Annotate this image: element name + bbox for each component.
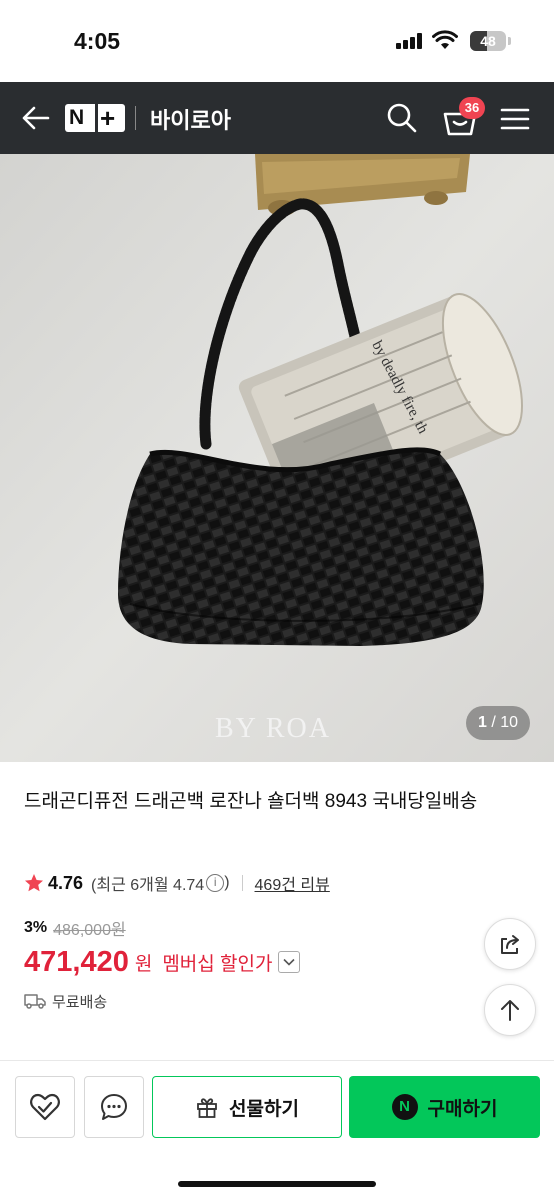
gift-icon (197, 1098, 217, 1118)
menu-icon[interactable] (498, 102, 532, 136)
price-row: 471,420 원 멤버십 할인가 (24, 942, 301, 982)
recent-rating: (최근 6개월 4.74 (91, 877, 205, 894)
recent-rating-close: ) (224, 874, 230, 891)
review-count-link[interactable]: 469건 리뷰 (255, 871, 330, 895)
info-icon[interactable]: i (206, 874, 225, 892)
price-detail-toggle[interactable] (278, 951, 301, 973)
battery-tip (508, 37, 511, 45)
battery-level: 48 (480, 33, 496, 49)
image-watermark: BY ROA (215, 713, 331, 744)
star-icon (25, 874, 43, 892)
gift-button[interactable]: 선물하기 (152, 1076, 342, 1138)
discount-rate: 3% (24, 919, 48, 936)
share-button[interactable] (484, 918, 536, 970)
heart-check-icon (30, 1093, 60, 1121)
chat-bubble-icon (101, 1094, 127, 1120)
rating-row: 4.76 (최근 6개월 4.74 i ) 469건 리뷰 (24, 870, 330, 896)
shipping-row: 무료배송 (24, 988, 107, 1014)
purchase-bar: 선물하기 N 구매하기 (0, 1061, 554, 1200)
product-image[interactable]: by deadly fire, th BY ROA (0, 154, 554, 762)
buy-button[interactable]: N 구매하기 (349, 1076, 540, 1138)
cart-count-badge: 36 (459, 97, 485, 119)
bag-photo: by deadly fire, th BY ROA (0, 154, 554, 762)
price-unit: 원 (134, 953, 153, 975)
sale-price: 471,420 (24, 945, 129, 978)
like-button[interactable] (15, 1076, 75, 1138)
logo-n: N (69, 106, 85, 129)
discount-row: 3% 486,000원 (24, 916, 126, 940)
image-counter: 1 / 10 (466, 706, 530, 740)
status-time: 4:05 (74, 28, 121, 54)
truck-icon (24, 994, 46, 1009)
store-name[interactable]: 바이로아 (150, 103, 231, 135)
back-icon[interactable] (18, 100, 54, 136)
naver-plus-logo[interactable]: N + (65, 104, 125, 132)
membership-price-label: 멤버십 할인가 (162, 953, 273, 975)
original-price: 486,000원 (53, 922, 126, 939)
naver-pay-icon: N (391, 1094, 418, 1120)
arrow-up-icon (501, 1000, 519, 1021)
gift-label: 선물하기 (229, 1098, 299, 1120)
shipping-label: 무료배송 (52, 993, 108, 1011)
buy-label: 구매하기 (427, 1098, 498, 1120)
search-icon[interactable] (384, 100, 420, 136)
status-bar: 4:05 48 (0, 0, 554, 82)
battery-icon: 48 (470, 31, 506, 51)
signal-icon (396, 33, 424, 49)
home-indicator (178, 1181, 376, 1187)
chevron-down-icon (283, 958, 296, 966)
share-icon (501, 935, 519, 954)
header-separator (135, 106, 136, 130)
scroll-top-button[interactable] (484, 984, 536, 1036)
talk-button[interactable] (84, 1076, 144, 1138)
logo-plus: + (100, 103, 116, 133)
image-counter-current: 1 (477, 714, 487, 731)
rating-score: 4.76 (48, 872, 84, 893)
rating-separator (241, 875, 243, 891)
image-counter-total: / 10 (491, 714, 519, 731)
product-title: 드래곤디퓨전 드래곤백 로잔나 숄더백 8943 국내당일배송 (24, 791, 478, 812)
wifi-icon (432, 30, 458, 49)
